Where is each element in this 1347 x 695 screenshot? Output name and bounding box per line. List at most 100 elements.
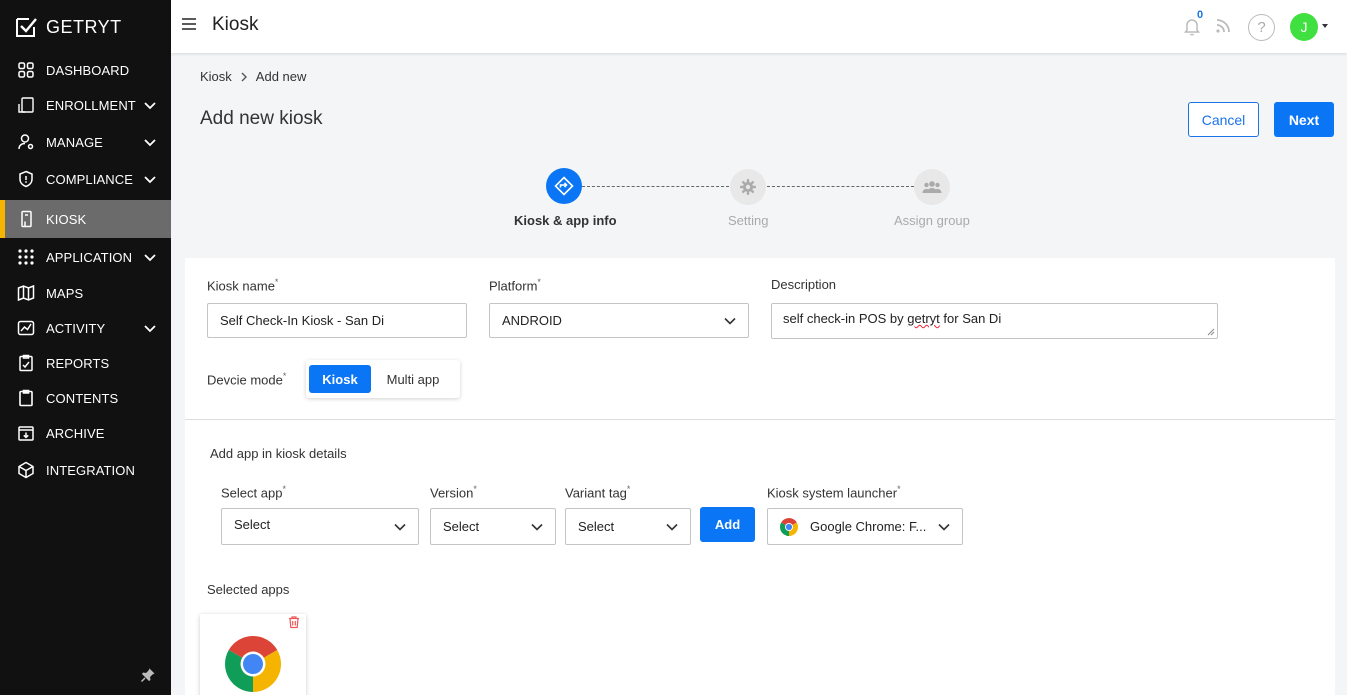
sidebar-item-label: MANAGE <box>46 134 103 150</box>
variant-tag-value: Select <box>578 519 615 534</box>
gear-icon <box>740 179 756 195</box>
kiosk-launcher-value: Google Chrome: F... <box>810 519 927 534</box>
sidebar-item-activity[interactable]: ACTIVITY <box>0 310 171 346</box>
apps-section-title: Add app in kiosk details <box>210 446 347 461</box>
activity-chart-icon <box>16 318 36 338</box>
sidebar-item-manage[interactable]: MANAGE <box>0 124 171 160</box>
sidebar-item-label: COMPLIANCE <box>46 171 133 187</box>
chevron-down-icon <box>144 254 156 262</box>
platform-select[interactable]: ANDROID <box>489 303 749 338</box>
sidebar-item-label: INTEGRATION <box>46 462 135 478</box>
archive-icon <box>16 423 36 443</box>
apps-grid-icon <box>16 247 36 267</box>
rss-feed-icon[interactable] <box>1215 18 1231 34</box>
select-app-dropdown[interactable]: Select <box>221 508 419 545</box>
step-2-indicator[interactable] <box>730 169 766 205</box>
device-mode-toggle: Kiosk Multi app <box>306 360 460 398</box>
device-mode-kiosk-option[interactable]: Kiosk <box>309 365 371 393</box>
sidebar-item-reports[interactable]: REPORTS <box>0 345 171 381</box>
brand-name: GETRYT <box>46 16 122 37</box>
chevron-down-icon <box>724 317 736 325</box>
required-mark: * <box>282 484 286 494</box>
dashboard-grid-icon <box>16 60 36 80</box>
kiosk-launcher-label-text: Kiosk system launcher <box>767 485 898 501</box>
chevron-down-icon <box>144 325 156 333</box>
sidebar-item-enrollment[interactable]: ENROLLMENT <box>0 87 171 123</box>
next-button[interactable]: Next <box>1274 102 1334 137</box>
breadcrumb: Kiosk Add new <box>200 69 306 84</box>
selected-apps-title: Selected apps <box>207 582 290 597</box>
sidebar-item-integration[interactable]: INTEGRATION <box>0 452 171 488</box>
hamburger-menu-icon[interactable] <box>181 17 197 31</box>
help-button[interactable]: ? <box>1248 14 1275 41</box>
sidebar-item-maps[interactable]: MAPS <box>0 275 171 311</box>
chevron-down-icon <box>531 523 543 531</box>
platform-value: ANDROID <box>502 313 562 328</box>
breadcrumb-current: Add new <box>255 69 307 84</box>
kiosk-launcher-dropdown[interactable]: Google Chrome: F... <box>767 508 963 545</box>
chevron-down-icon <box>144 176 156 184</box>
checkbox-logo-icon <box>16 18 37 37</box>
selected-app-card[interactable] <box>200 614 306 695</box>
section-divider <box>185 419 1335 420</box>
stepper-connector <box>582 186 729 187</box>
step-3-label: Assign group <box>894 213 970 228</box>
description-value-part: for San Di <box>939 311 1002 326</box>
required-mark: * <box>897 484 901 494</box>
platform-label: Platform* <box>489 277 541 293</box>
resize-grip-icon[interactable] <box>1207 328 1215 336</box>
report-icon <box>16 353 36 373</box>
variant-tag-label: Variant tag* <box>565 484 630 500</box>
sidebar-item-contents[interactable]: CONTENTS <box>0 380 171 416</box>
description-label: Description <box>771 277 837 292</box>
chevron-right-icon <box>241 72 247 81</box>
sidebar-item-label: ARCHIVE <box>46 425 105 441</box>
platform-label-text: Platform <box>489 278 538 294</box>
sidebar-item-archive[interactable]: ARCHIVE <box>0 415 171 451</box>
chevron-down-icon <box>144 102 156 110</box>
sidebar-item-label: APPLICATION <box>46 249 133 265</box>
version-label: Version* <box>430 484 477 500</box>
breadcrumb-root[interactable]: Kiosk <box>200 69 232 84</box>
variant-tag-label-text: Variant tag <box>565 485 627 501</box>
kiosk-name-input[interactable]: Self Check-In Kiosk - San Di <box>207 303 467 338</box>
variant-tag-dropdown[interactable]: Select <box>565 508 691 545</box>
step-1-indicator[interactable] <box>546 168 582 204</box>
page-header-title: Kiosk <box>212 14 259 35</box>
sidebar-item-label: DASHBOARD <box>46 62 130 78</box>
map-icon <box>16 283 36 303</box>
sidebar-item-application[interactable]: APPLICATION <box>0 239 171 275</box>
select-app-label-text: Select app <box>221 485 283 501</box>
kiosk-icon <box>16 209 36 229</box>
version-dropdown[interactable]: Select <box>430 508 556 545</box>
sidebar-item-label: KIOSK <box>46 211 87 227</box>
description-value-part: getryt <box>907 311 940 326</box>
step-3-indicator[interactable] <box>914 169 950 205</box>
clipboard-icon <box>16 388 36 408</box>
user-avatar[interactable]: J <box>1290 13 1318 41</box>
device-mode-label-text: Devcie mode <box>207 372 283 388</box>
sidebar-item-kiosk[interactable]: KIOSK <box>0 200 171 238</box>
step-2-label: Setting <box>728 213 769 228</box>
add-app-button[interactable]: Add <box>700 507 755 542</box>
description-textarea[interactable]: self check-in POS by getryt for San Di <box>771 303 1218 339</box>
pin-icon[interactable] <box>140 667 156 683</box>
top-header: Kiosk 0 ? J <box>171 0 1347 53</box>
sidebar-item-label: ENROLLMENT <box>46 97 136 113</box>
cancel-button[interactable]: Cancel <box>1188 102 1259 137</box>
required-mark: * <box>282 371 287 381</box>
sidebar-item-label: MAPS <box>46 285 84 301</box>
device-mode-multi-app-option[interactable]: Multi app <box>378 365 448 393</box>
chrome-icon <box>225 636 281 692</box>
page-title: Add new kiosk <box>200 108 323 129</box>
device-mode-label: Devcie mode* <box>207 371 286 387</box>
sidebar-item-compliance[interactable]: COMPLIANCE <box>0 161 171 197</box>
notification-count: 0 <box>1197 9 1204 21</box>
cube-icon <box>16 460 36 480</box>
trash-icon[interactable] <box>287 615 301 629</box>
brand[interactable]: GETRYT <box>14 15 122 39</box>
caret-down-icon[interactable] <box>1322 24 1328 28</box>
chevron-down-icon <box>394 523 406 531</box>
chrome-icon <box>780 517 798 536</box>
sidebar-item-dashboard[interactable]: DASHBOARD <box>0 52 171 88</box>
